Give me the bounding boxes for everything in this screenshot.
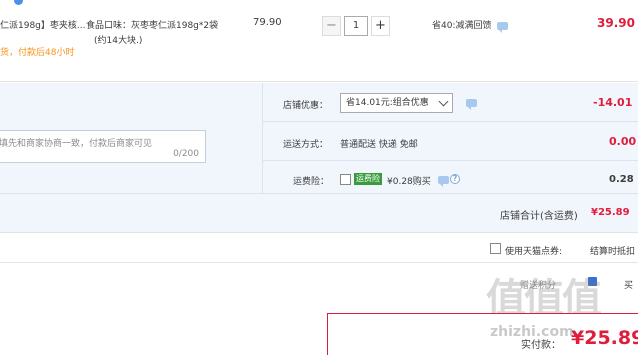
- chat-icon[interactable]: [438, 176, 449, 187]
- shipping-value: 0.00: [609, 135, 637, 148]
- product-row: 仁派198g】枣夹核... 货，付款后48小时 食品口味：灰枣枣仁派198g*2…: [0, 0, 638, 82]
- insurance-text: ¥0.28购买: [387, 177, 431, 187]
- coupon-select-value: 省14.01元:组合优惠: [346, 98, 429, 108]
- info-dot-icon: [14, 0, 23, 5]
- sku-line-2: (约14大块.): [94, 36, 143, 46]
- message-char-count: 0/200: [173, 149, 199, 159]
- delivery-note: 货，付款后48小时: [0, 48, 75, 58]
- quantity-stepper: − 1 +: [322, 16, 390, 36]
- final-payment-price: ¥25.89: [571, 327, 638, 349]
- coupon-value: -14.01: [593, 96, 633, 109]
- insurance-checkbox[interactable]: [340, 174, 351, 185]
- chat-icon[interactable]: [466, 99, 477, 110]
- coupon-label: 店铺优惠：: [283, 101, 329, 111]
- quantity-plus-button[interactable]: +: [371, 16, 390, 36]
- divider: [262, 83, 263, 193]
- item-subtotal: 39.90: [597, 16, 635, 30]
- divider: [262, 160, 638, 161]
- tmall-points-label: 使用天猫点券:: [505, 247, 563, 257]
- unit-price: 79.90: [253, 17, 282, 28]
- message-textarea[interactable]: 填先和商家协商一致，付款后商家可见 0/200: [0, 130, 206, 163]
- divider: [262, 121, 638, 122]
- divider: [0, 193, 638, 194]
- discount-note: 省40:减满回馈: [432, 21, 492, 31]
- settle-deduct-label: 结算时抵扣: [590, 247, 636, 257]
- message-placeholder: 填先和商家协商一致，付款后商家可见: [0, 139, 153, 149]
- shipping-method: 普通配送 快递 免邮: [340, 140, 418, 150]
- quantity-minus-button[interactable]: −: [322, 16, 341, 36]
- final-payment-box: 实付款： ¥25.89: [327, 313, 638, 355]
- shop-total-value: ¥25.89: [591, 207, 630, 218]
- tmall-points-checkbox[interactable]: [490, 243, 501, 254]
- shop-summary-panel: 填先和商家协商一致，付款后商家可见 0/200 店铺优惠： 省14.01元:组合…: [0, 83, 638, 233]
- insurance-value: 0.28: [609, 174, 634, 185]
- points-peek-text-2: 买: [624, 281, 634, 291]
- shipping-label: 运送方式：: [283, 140, 329, 150]
- product-title[interactable]: 仁派198g】枣夹核...: [0, 18, 85, 31]
- coupon-select[interactable]: 省14.01元:组合优惠: [340, 93, 453, 113]
- shop-total-label: 店铺合计(含运费): [500, 211, 578, 222]
- insurance-badge: 运费险: [354, 173, 382, 185]
- quantity-input[interactable]: 1: [344, 16, 368, 36]
- watermark-url: zhizhi.com: [490, 324, 574, 340]
- chevron-down-icon: [438, 96, 449, 107]
- divider: [0, 262, 638, 263]
- sku-line-1: 食品口味：灰枣枣仁派198g*2袋: [86, 21, 219, 31]
- help-icon[interactable]: ?: [450, 174, 460, 184]
- insurance-label: 运费险：: [293, 177, 330, 187]
- chat-icon[interactable]: [497, 22, 508, 33]
